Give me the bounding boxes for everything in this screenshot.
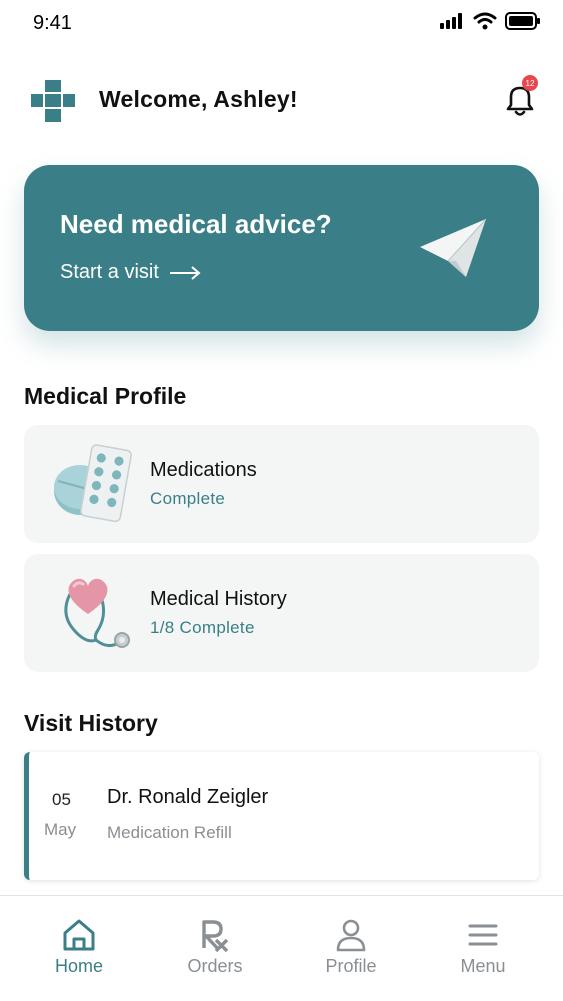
start-visit-label: Start a visit — [60, 261, 159, 283]
medical-history-title: Medical History — [150, 588, 287, 610]
visit-reason: Medication Refill — [107, 823, 232, 842]
welcome-title: Welcome, Ashley! — [99, 86, 298, 112]
medical-profile-title: Medical Profile — [24, 383, 187, 409]
tab-bar: Home Orders Profile Menu — [0, 895, 563, 1001]
wifi-icon — [473, 12, 497, 30]
visit-day: 05 — [52, 790, 71, 809]
logo-icon — [31, 80, 75, 122]
status-icons — [439, 12, 541, 30]
menu-icon — [468, 924, 498, 946]
tab-profile-label: Profile — [325, 956, 377, 976]
medications-card[interactable]: Medications Complete — [24, 425, 539, 543]
user-icon — [336, 919, 366, 952]
tab-profile[interactable]: Profile — [281, 896, 421, 1001]
stethoscope-heart-icon — [64, 578, 130, 648]
notification-badge: 12 — [522, 75, 538, 91]
pills-icon — [54, 444, 132, 523]
tab-home[interactable]: Home — [9, 896, 149, 1001]
battery-icon — [505, 12, 540, 30]
tab-home-label: Home — [54, 956, 103, 976]
visit-item[interactable]: 05 May Dr. Ronald Zeigler Medication Ref… — [24, 752, 539, 880]
rx-icon — [202, 920, 229, 952]
status-time: 9:41 — [33, 12, 72, 34]
visit-history-title: Visit History — [24, 710, 158, 736]
visit-month: May — [44, 820, 77, 839]
home-icon — [63, 919, 95, 951]
medical-history-card[interactable]: Medical History 1/8 Complete — [24, 554, 539, 672]
medications-title: Medications — [150, 459, 257, 481]
tab-menu[interactable]: Menu — [413, 896, 553, 1001]
status-bar: 9:41 — [0, 0, 563, 48]
arrow-right-icon — [169, 265, 201, 280]
signal-icon — [440, 13, 462, 29]
advice-title: Need medical advice? — [60, 209, 332, 239]
tab-orders-label: Orders — [187, 956, 243, 976]
paper-plane-icon — [420, 218, 487, 277]
tab-menu-label: Menu — [460, 956, 506, 976]
medical-history-status: 1/8 Complete — [150, 618, 255, 637]
visit-doctor: Dr. Ronald Zeigler — [107, 786, 269, 808]
start-visit-link[interactable]: Start a visit — [60, 261, 201, 284]
medications-status: Complete — [150, 489, 226, 508]
header: Welcome, Ashley! — [0, 70, 563, 130]
tab-orders[interactable]: Orders — [145, 896, 285, 1001]
start-visit-card[interactable]: Need medical advice? Start a visit — [24, 165, 539, 331]
